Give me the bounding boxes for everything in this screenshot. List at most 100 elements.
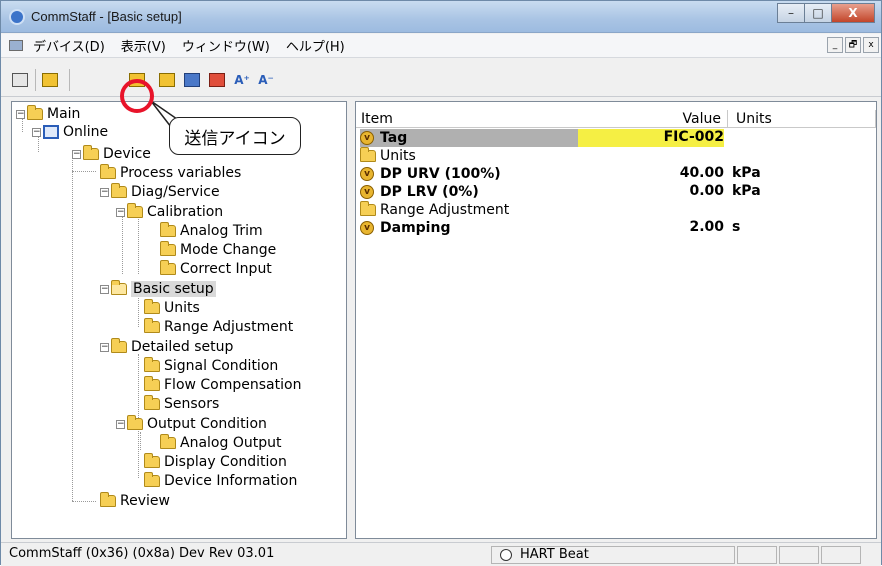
tree-node-units[interactable]: Units <box>144 298 200 318</box>
tree-node-flow-compensation[interactable]: Flow Compensation <box>144 375 301 395</box>
folder-icon <box>144 472 160 487</box>
tree-node-label: Sensors <box>164 396 220 412</box>
row-item: Range Adjustment <box>360 201 509 219</box>
menu-window[interactable]: ウィンドウ(W) <box>182 36 270 55</box>
tree-node-label: Range Adjustment <box>164 319 294 335</box>
tree-node-range-adjustment[interactable]: Range Adjustment <box>144 317 293 337</box>
tree-node-display-condition[interactable]: Display Condition <box>144 452 287 472</box>
row-value: 0.00 <box>689 183 724 199</box>
tree-node-analog-output[interactable]: Analog Output <box>160 433 281 453</box>
status-panel-empty <box>737 546 777 564</box>
collapse-icon[interactable]: − <box>116 207 125 217</box>
new-doc-icon[interactable] <box>11 71 29 89</box>
row-item: Units <box>360 147 416 165</box>
device-status-icon[interactable] <box>208 71 226 89</box>
tree-node-detailed-setup[interactable]: − Detailed setup <box>100 337 233 357</box>
app-logo-icon <box>9 9 25 25</box>
list-row-damping[interactable]: v Damping 2.00 s <box>356 219 876 237</box>
device-tree[interactable]: − Main − Online − Device Process variabl… <box>11 101 347 539</box>
tree-node-basic-setup[interactable]: − Basic setup <box>100 279 216 299</box>
tree-node-analog-trim[interactable]: Analog Trim <box>160 221 263 241</box>
tree-node-online[interactable]: − Online <box>32 122 108 142</box>
menu-help[interactable]: ヘルプ(H) <box>286 36 345 55</box>
mdi-system-menu-icon[interactable] <box>9 40 23 51</box>
mdi-restore-button[interactable]: 🗗 <box>845 37 861 53</box>
menu-device[interactable]: デバイス(D) <box>33 36 105 55</box>
folder-icon <box>144 453 160 468</box>
tree-node-label: Device <box>103 146 151 162</box>
tree-node-label: Display Condition <box>164 454 287 470</box>
folder-icon <box>127 203 143 218</box>
folder-icon <box>111 183 127 198</box>
tree-node-output-condition[interactable]: − Output Condition <box>116 414 267 434</box>
row-units: kPa <box>732 183 761 199</box>
folder-icon <box>360 201 376 216</box>
tree-node-diag-service[interactable]: − Diag/Service <box>100 182 220 202</box>
minimize-button[interactable]: – <box>777 3 805 23</box>
column-header-units[interactable]: Units <box>732 110 876 128</box>
folder-icon <box>83 145 99 160</box>
column-header-value[interactable]: Value <box>578 110 728 128</box>
collapse-icon[interactable]: − <box>16 109 25 119</box>
tree-node-signal-condition[interactable]: Signal Condition <box>144 356 278 376</box>
row-item-label: Damping <box>380 220 451 236</box>
list-header: Item Value Units <box>356 110 876 128</box>
folder-icon <box>144 395 160 410</box>
row-item-label: DP LRV (0%) <box>380 184 479 200</box>
tree-node-mode-change[interactable]: Mode Change <box>160 240 276 260</box>
tree-node-main[interactable]: − Main <box>16 104 80 124</box>
collapse-icon[interactable]: − <box>100 187 109 197</box>
parameter-list[interactable]: Item Value Units v Tag FIC-002 Units v D… <box>355 101 877 539</box>
close-button[interactable]: X <box>831 3 875 23</box>
title-bar[interactable]: CommStaff - [Basic setup] – □ X <box>1 1 881 33</box>
list-row-tag[interactable]: v Tag FIC-002 <box>356 129 876 147</box>
tree-node-sensors[interactable]: Sensors <box>144 394 219 414</box>
tree-node-review[interactable]: Review <box>100 491 170 511</box>
list-row-units[interactable]: Units <box>356 147 876 165</box>
tree-node-label: Calibration <box>147 204 224 220</box>
tree-node-label: Detailed setup <box>131 339 234 355</box>
mdi-minimize-button[interactable]: _ <box>827 37 843 53</box>
list-row-dp-lrv[interactable]: v DP LRV (0%) 0.00 kPa <box>356 183 876 201</box>
row-item-label: Units <box>380 148 416 164</box>
row-units: kPa <box>732 165 761 181</box>
tree-node-calibration[interactable]: − Calibration <box>116 202 223 222</box>
tree-node-process-variables[interactable]: Process variables <box>100 163 241 183</box>
tree-node-device-information[interactable]: Device Information <box>144 471 297 491</box>
row-value: 40.00 <box>679 165 724 181</box>
row-item-label: Tag <box>380 130 408 146</box>
menu-view[interactable]: 表示(V) <box>121 36 166 55</box>
folder-icon <box>100 164 116 179</box>
font-increase-icon[interactable]: A⁺ <box>233 71 251 89</box>
mdi-controls: _ 🗗 x <box>825 37 879 53</box>
tree-node-label: Main <box>47 106 81 122</box>
list-row-range-adjustment[interactable]: Range Adjustment <box>356 201 876 219</box>
column-header-item[interactable]: Item <box>361 110 393 128</box>
collapse-icon[interactable]: − <box>116 419 125 429</box>
menu-bar: デバイス(D) 表示(V) ウィンドウ(W) ヘルプ(H) _ 🗗 x <box>1 34 881 58</box>
list-row-dp-urv[interactable]: v DP URV (100%) 40.00 kPa <box>356 165 876 183</box>
row-item-label: Range Adjustment <box>380 202 510 218</box>
collapse-icon[interactable]: − <box>72 149 81 159</box>
tree-node-label: Basic setup <box>131 281 216 297</box>
tree-node-label: Review <box>120 493 170 509</box>
hart-device-icon[interactable] <box>41 71 59 89</box>
maximize-button[interactable]: □ <box>804 3 832 23</box>
send-icon-callout: 送信アイコン <box>169 117 301 155</box>
collapse-icon[interactable]: − <box>100 284 109 294</box>
collapse-icon[interactable]: − <box>32 127 41 137</box>
tree-node-correct-input[interactable]: Correct Input <box>160 259 272 279</box>
row-value: 2.00 <box>689 219 724 235</box>
tree-node-label: Flow Compensation <box>164 377 302 393</box>
refresh-icon[interactable] <box>183 71 201 89</box>
mdi-close-button[interactable]: x <box>863 37 879 53</box>
tree-node-device[interactable]: − Device <box>72 144 151 164</box>
variable-icon: v <box>360 131 374 145</box>
collapse-icon[interactable]: − <box>100 342 109 352</box>
folder-icon <box>27 105 43 120</box>
font-decrease-icon[interactable]: A⁻ <box>257 71 275 89</box>
variable-icon: v <box>360 185 374 199</box>
folder-icon <box>360 147 376 162</box>
status-bar: CommStaff (0x36) (0x8a) Dev Rev 03.01 HA… <box>1 542 881 566</box>
config-icon[interactable] <box>158 71 176 89</box>
